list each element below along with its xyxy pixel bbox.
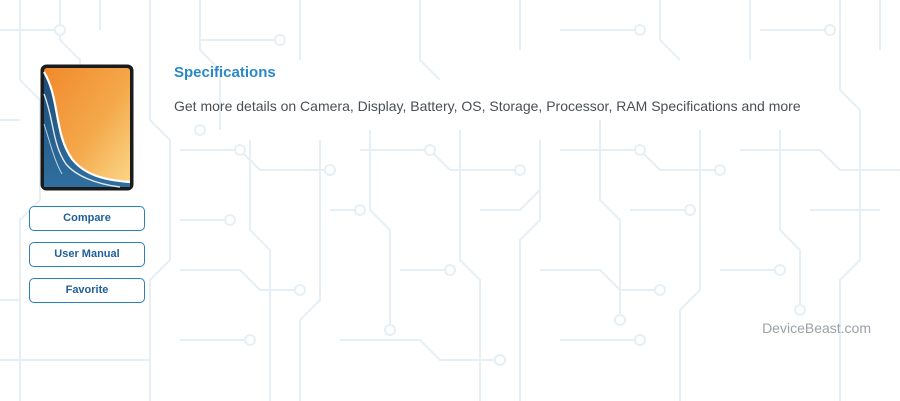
device-tablet-image[interactable] — [40, 64, 134, 191]
specifications-heading-link[interactable]: Specifications — [174, 64, 276, 82]
favorite-button[interactable]: Favorite — [29, 278, 145, 303]
site-watermark: DeviceBeast.com — [762, 320, 871, 336]
compare-button[interactable]: Compare — [29, 206, 145, 231]
specifications-description: Get more details on Camera, Display, Bat… — [174, 98, 801, 114]
circuit-background-pattern — [0, 0, 900, 401]
user-manual-button[interactable]: User Manual — [29, 242, 145, 267]
